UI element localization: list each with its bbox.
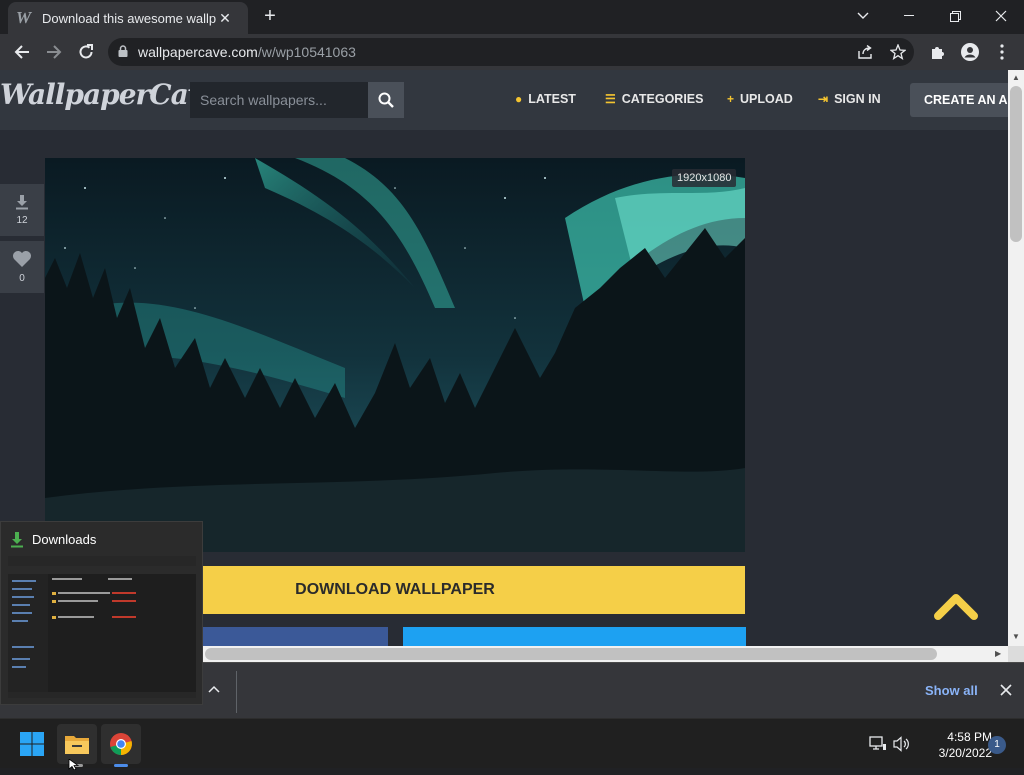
search-input[interactable]: Search wallpapers...	[190, 82, 368, 118]
site-favicon-icon: W	[16, 8, 32, 27]
restore-icon	[949, 10, 961, 22]
show-all-downloads-link[interactable]: Show all	[925, 683, 978, 698]
tab-close-icon[interactable]: ✕	[216, 10, 234, 27]
chrome-taskbar-button[interactable]	[101, 724, 141, 764]
horizontal-scroll-thumb[interactable]	[205, 648, 937, 660]
plus-icon: +	[727, 92, 735, 106]
profile-button[interactable]	[960, 42, 980, 62]
bookmark-button[interactable]	[888, 42, 908, 62]
windows-logo-icon	[20, 732, 44, 756]
like-button[interactable]: 0	[0, 241, 44, 293]
nav-upload[interactable]: + UPLOAD	[727, 92, 793, 106]
nav-latest-label: LATEST	[528, 92, 576, 106]
extensions-button[interactable]	[928, 42, 948, 62]
mouse-cursor-icon	[68, 757, 80, 771]
forward-button[interactable]	[42, 40, 66, 64]
chevron-up-icon	[934, 594, 978, 620]
start-button[interactable]	[12, 724, 52, 764]
chrome-icon	[110, 733, 132, 755]
download-folder-icon	[10, 532, 24, 548]
browser-tab[interactable]: W Download this awesome wallpaper ✕	[8, 2, 248, 34]
network-icon[interactable]	[868, 734, 888, 754]
scroll-down-icon[interactable]: ▼	[1012, 632, 1020, 641]
wallpaper-image[interactable]	[45, 158, 745, 552]
site-logo[interactable]: WallpaperCave	[0, 78, 221, 111]
chrome-running-indicator	[114, 764, 128, 767]
create-account-button[interactable]: CREATE AN ACCOUNT	[910, 83, 1008, 117]
puzzle-icon	[932, 47, 944, 59]
close-icon	[995, 10, 1007, 22]
download-icon	[14, 194, 30, 213]
sign-in-icon: ⇥	[818, 92, 829, 106]
close-shelf-button[interactable]	[996, 680, 1016, 700]
resolution-badge: 1920x1080	[672, 169, 737, 187]
share-button[interactable]	[856, 42, 876, 62]
download-count: 12	[16, 215, 28, 226]
more-vertical-icon	[1000, 44, 1004, 60]
avatar-icon	[961, 43, 979, 61]
system-clock[interactable]: 4:58 PM 3/20/2022	[920, 729, 992, 761]
url-host: wallpapercave.com	[138, 44, 258, 60]
like-count: 0	[19, 273, 25, 284]
notification-badge[interactable]: 1	[988, 736, 1006, 754]
nav-sign-in[interactable]: ⇥ SIGN IN	[818, 92, 881, 106]
minimize-button[interactable]	[886, 0, 932, 32]
clock-icon: ●	[515, 92, 523, 106]
reload-button[interactable]	[74, 40, 98, 64]
url-text: wallpapercave.com/w/wp10541063	[138, 44, 356, 60]
shelf-divider	[236, 671, 237, 713]
close-window-button[interactable]	[978, 0, 1024, 32]
back-button[interactable]	[10, 40, 34, 64]
minimize-icon	[904, 15, 914, 16]
tab-search-button[interactable]	[840, 0, 886, 32]
nav-categories-label: CATEGORIES	[621, 92, 704, 106]
nav-categories[interactable]: ☰ CATEGORIES	[605, 92, 704, 106]
reload-icon	[79, 44, 93, 59]
arrow-left-icon	[14, 45, 29, 59]
scrollbar-corner	[1008, 646, 1024, 662]
tab-title: Download this awesome wallpaper	[42, 10, 216, 26]
chevron-down-icon	[857, 12, 869, 19]
scroll-right-icon[interactable]: ▶	[995, 649, 1001, 658]
preview-thumbnail-image	[8, 556, 196, 698]
folder-icon	[65, 736, 89, 754]
nav-upload-label: UPLOAD	[740, 92, 793, 106]
preview-title: Downloads	[32, 532, 97, 547]
heart-icon	[12, 250, 32, 271]
share-twitter-button[interactable]	[403, 627, 746, 646]
scroll-up-icon[interactable]: ▲	[1012, 73, 1020, 82]
back-to-top-button[interactable]	[932, 588, 980, 624]
star-icon	[890, 44, 906, 60]
volume-icon[interactable]	[892, 734, 912, 754]
download-options-button[interactable]	[204, 680, 224, 700]
vertical-scroll-thumb[interactable]	[1010, 86, 1022, 242]
new-tab-button[interactable]: +	[258, 6, 282, 28]
close-icon	[1000, 684, 1012, 696]
address-bar[interactable]: wallpapercave.com/w/wp10541063	[108, 38, 914, 66]
search-button[interactable]	[368, 82, 404, 118]
clock-date: 3/20/2022	[938, 746, 992, 760]
clock-time: 4:58 PM	[947, 730, 992, 744]
lock-icon	[118, 44, 128, 60]
download-count-button[interactable]: 12	[0, 184, 44, 236]
nav-sign-in-label: SIGN IN	[834, 92, 881, 106]
search-icon	[378, 92, 394, 108]
restore-button[interactable]	[932, 0, 978, 32]
menu-button[interactable]	[992, 42, 1012, 62]
share-icon	[858, 45, 872, 59]
chevron-up-icon	[208, 685, 220, 693]
url-path: /w/wp10541063	[257, 44, 356, 60]
nav-latest[interactable]: ● LATEST	[515, 92, 576, 106]
arrow-right-icon	[47, 45, 62, 59]
list-icon: ☰	[605, 92, 616, 106]
